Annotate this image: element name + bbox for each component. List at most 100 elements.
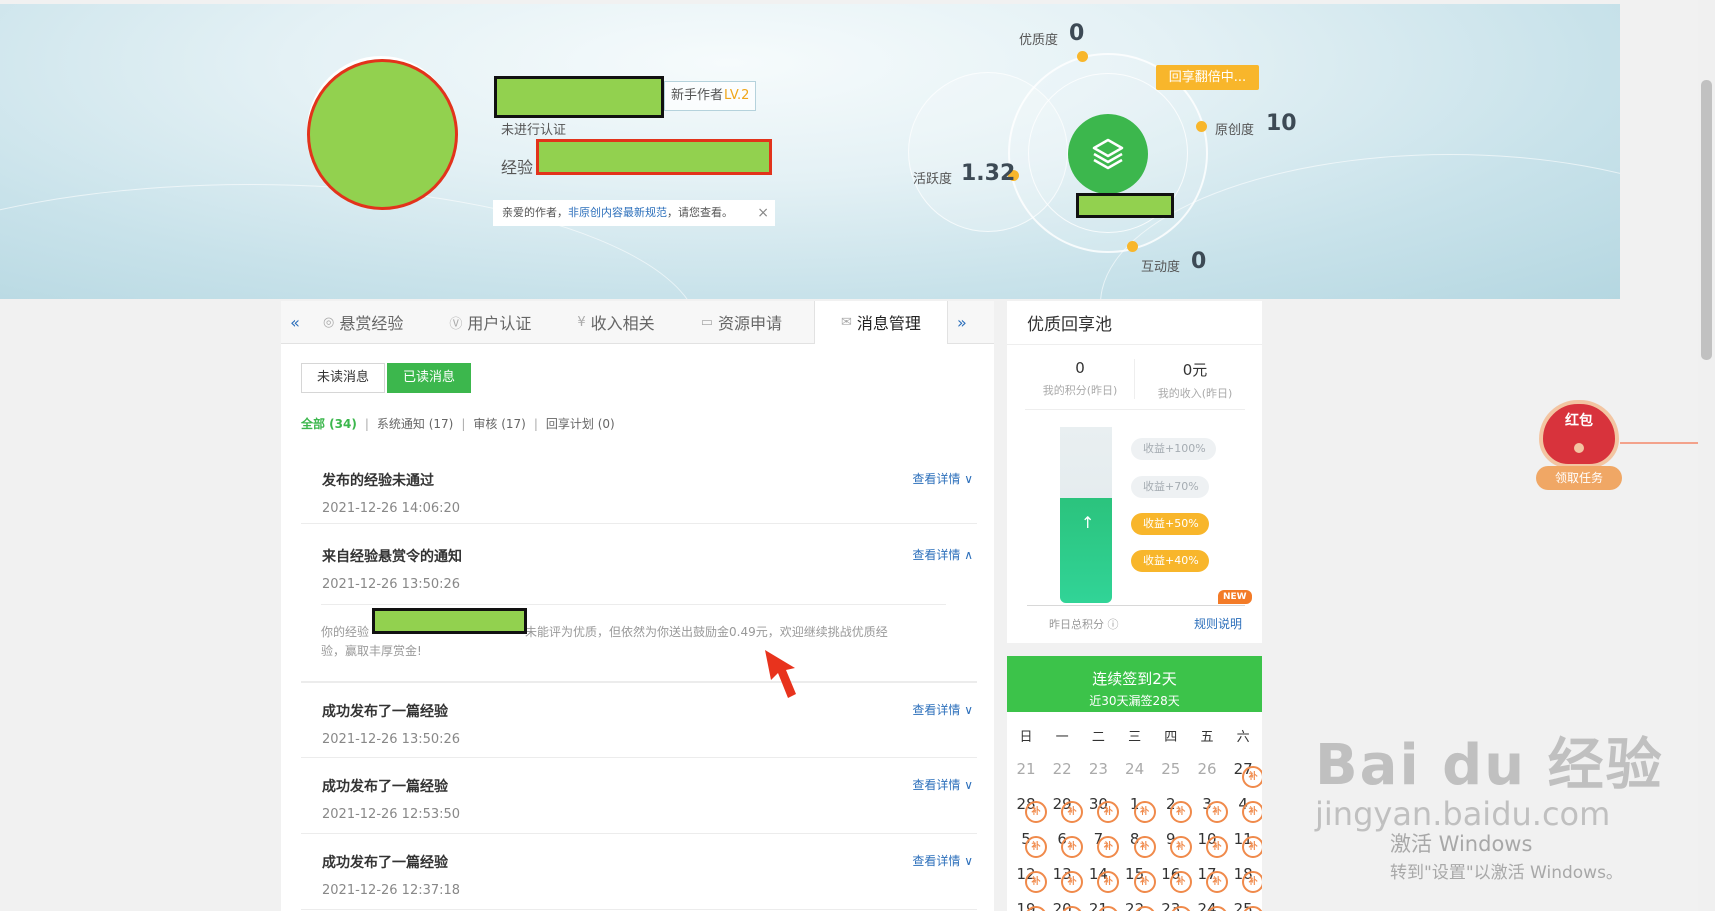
makeup-stamp-icon[interactable]: 补: [1242, 836, 1262, 858]
windows-activation-hint: 转到"设置"以激活 Windows。: [1390, 863, 1623, 883]
calendar-day[interactable]: 25: [1153, 760, 1189, 778]
chevron-down-icon: ∨: [964, 472, 973, 486]
activity-label: 活跃度: [913, 172, 953, 187]
tab-bar: « ◎ 悬赏经验 Ⓥ 用户认证 ¥ 收入相关 ▭ 资源申请 ✉ 消息管理 »: [281, 300, 994, 344]
checkin-subtitle: 近30天漏签28天: [1089, 694, 1180, 708]
points-value: 0: [1075, 359, 1085, 377]
weekday-label: 三: [1128, 730, 1142, 745]
avatar[interactable]: [307, 59, 458, 210]
progress-tube: ↑: [1060, 427, 1112, 603]
level-badge-lv: LV.2: [724, 88, 750, 103]
makeup-stamp-icon[interactable]: 补: [1242, 766, 1262, 788]
rules-link[interactable]: 规则说明: [1194, 615, 1242, 632]
filter-review[interactable]: 审核 (17): [473, 417, 525, 431]
yen-icon: ¥: [577, 314, 586, 330]
detail-link[interactable]: 查看详情 ∨: [912, 470, 973, 487]
filter-plan[interactable]: 回享计划 (0): [546, 417, 615, 431]
checkin-header[interactable]: 连续签到2天 近30天漏签28天: [1007, 656, 1262, 712]
message-filters: 全部 (34) | 系统通知 (17) | 审核 (17) | 回享计划 (0): [301, 415, 615, 432]
notice-text: 亲爱的作者，: [502, 206, 568, 219]
weekday-label: 二: [1091, 730, 1105, 745]
message-item[interactable]: 成功发布了一篇经验 2021-12-26 12:37:18 查看详情 ∨: [301, 834, 977, 910]
makeup-stamp-icon[interactable]: 补: [1242, 801, 1262, 823]
baidu-watermark: Bai du 经验 jingyan.baidu.com: [1315, 720, 1664, 833]
quality-pool-card: 优质回享池 0 我的积分(昨日) 0元 我的收入(昨日) ↑ 收益+100% 收…: [1007, 301, 1262, 643]
divider: [1025, 409, 1245, 410]
income-value: 0元: [1182, 361, 1208, 379]
detail-link[interactable]: 查看详情 ∧: [912, 546, 973, 563]
bounty-icon: ◎: [323, 314, 335, 330]
detail-link[interactable]: 查看详情 ∨: [912, 776, 973, 793]
detail-label: 查看详情: [912, 548, 961, 562]
arrow-up-icon: ↑: [1081, 513, 1095, 532]
points-label: 我的积分(昨日): [1042, 384, 1118, 397]
boost-tag[interactable]: 回享翻倍中...: [1156, 65, 1259, 90]
tab-label: 收入相关: [590, 314, 655, 333]
divider: [1007, 344, 1262, 345]
income-label: 我的收入(昨日): [1157, 387, 1233, 400]
redacted-title: [372, 608, 527, 634]
red-arrow-annotation: [765, 650, 796, 698]
notice-close-icon[interactable]: ×: [757, 200, 769, 226]
calendar-day[interactable]: 23: [1080, 760, 1116, 778]
notice-link[interactable]: 非原创内容最新规范: [568, 206, 667, 219]
message-item[interactable]: 成功发布了一篇经验 2021-12-26 13:50:26 查看详情 ∨: [301, 682, 977, 758]
notice-bar: 亲爱的作者，非原创内容最新规范，请您查看。 ×: [493, 200, 775, 226]
tab-prev-icon[interactable]: «: [281, 313, 309, 332]
checkin-title: 连续签到2天: [1092, 670, 1177, 688]
quality-dot: [1077, 51, 1088, 62]
red-packet-widget[interactable]: 红包 领取任务: [1536, 400, 1622, 492]
tab-next-icon[interactable]: »: [948, 313, 976, 332]
divider: [1027, 605, 1245, 606]
redacted-exp-bar: [536, 139, 772, 175]
message-time: 2021-12-26 12:53:50: [322, 807, 461, 822]
verify-status[interactable]: 未进行认证: [501, 119, 566, 138]
tab-income[interactable]: ¥ 收入相关: [563, 301, 668, 344]
red-packet-clasp: [1572, 441, 1586, 455]
claim-task-button[interactable]: 领取任务: [1536, 466, 1622, 490]
level-50: 收益+50%: [1131, 513, 1209, 535]
calendar-day[interactable]: 21: [1008, 760, 1044, 778]
tab-verify[interactable]: Ⓥ 用户认证: [435, 301, 545, 344]
level-badge[interactable]: 新手作者 LV.2: [664, 81, 757, 111]
filter-system[interactable]: 系统通知 (17): [377, 417, 453, 431]
makeup-stamp-icon[interactable]: 补: [1242, 871, 1262, 893]
message-time: 2021-12-26 13:50:26: [322, 732, 461, 747]
calendar-day[interactable]: 22: [1044, 760, 1080, 778]
chevron-down-icon: ∨: [964, 854, 973, 868]
message-time: 2021-12-26 14:06:20: [322, 501, 461, 516]
tab-label: 资源申请: [717, 314, 782, 333]
scrollbar-thumb[interactable]: [1701, 80, 1712, 360]
message-title: 成功发布了一篇经验: [322, 855, 448, 871]
chevron-down-icon: ∨: [964, 778, 973, 792]
calendar-day[interactable]: 26: [1189, 760, 1225, 778]
new-badge: NEW: [1218, 590, 1252, 604]
pool-title: 优质回享池: [1027, 315, 1112, 335]
help-icon[interactable]: ⓘ: [1108, 618, 1119, 631]
verify-icon: Ⓥ: [449, 316, 463, 332]
detail-link[interactable]: 查看详情 ∨: [912, 701, 973, 718]
page-scrollbar[interactable]: [1698, 0, 1715, 911]
calendar-day[interactable]: 24: [1117, 760, 1153, 778]
level-100: 收益+100%: [1131, 438, 1216, 460]
chevron-down-icon: ∨: [964, 703, 973, 717]
message-item[interactable]: 成功发布了一篇经验 2021-12-26 12:53:50 查看详情 ∨: [301, 758, 977, 834]
weekday-label: 六: [1236, 730, 1250, 745]
exp-label: 经验: [501, 158, 534, 177]
unread-toggle[interactable]: 未读消息: [301, 363, 386, 393]
tab-label: 悬赏经验: [339, 314, 404, 333]
notice-text-end: ，请您查看。: [667, 206, 733, 219]
body-text: 你的经验: [321, 625, 370, 639]
tab-bounty[interactable]: ◎ 悬赏经验: [309, 301, 417, 344]
red-packet-line: [1620, 442, 1698, 444]
read-toggle[interactable]: 已读消息: [387, 363, 472, 393]
detail-link[interactable]: 查看详情 ∨: [912, 852, 973, 869]
tab-resource[interactable]: ▭ 资源申请: [687, 301, 796, 344]
detail-label: 查看详情: [912, 778, 961, 792]
level-40: 收益+40%: [1131, 550, 1209, 572]
tab-messages[interactable]: ✉ 消息管理: [814, 300, 948, 344]
filter-all[interactable]: 全部 (34): [301, 417, 357, 431]
weekday-label: 日: [1019, 730, 1033, 745]
message-item[interactable]: 发布的经验未通过 2021-12-26 14:06:20 查看详情 ∨: [301, 470, 977, 524]
quality-value: 0: [1069, 21, 1085, 46]
